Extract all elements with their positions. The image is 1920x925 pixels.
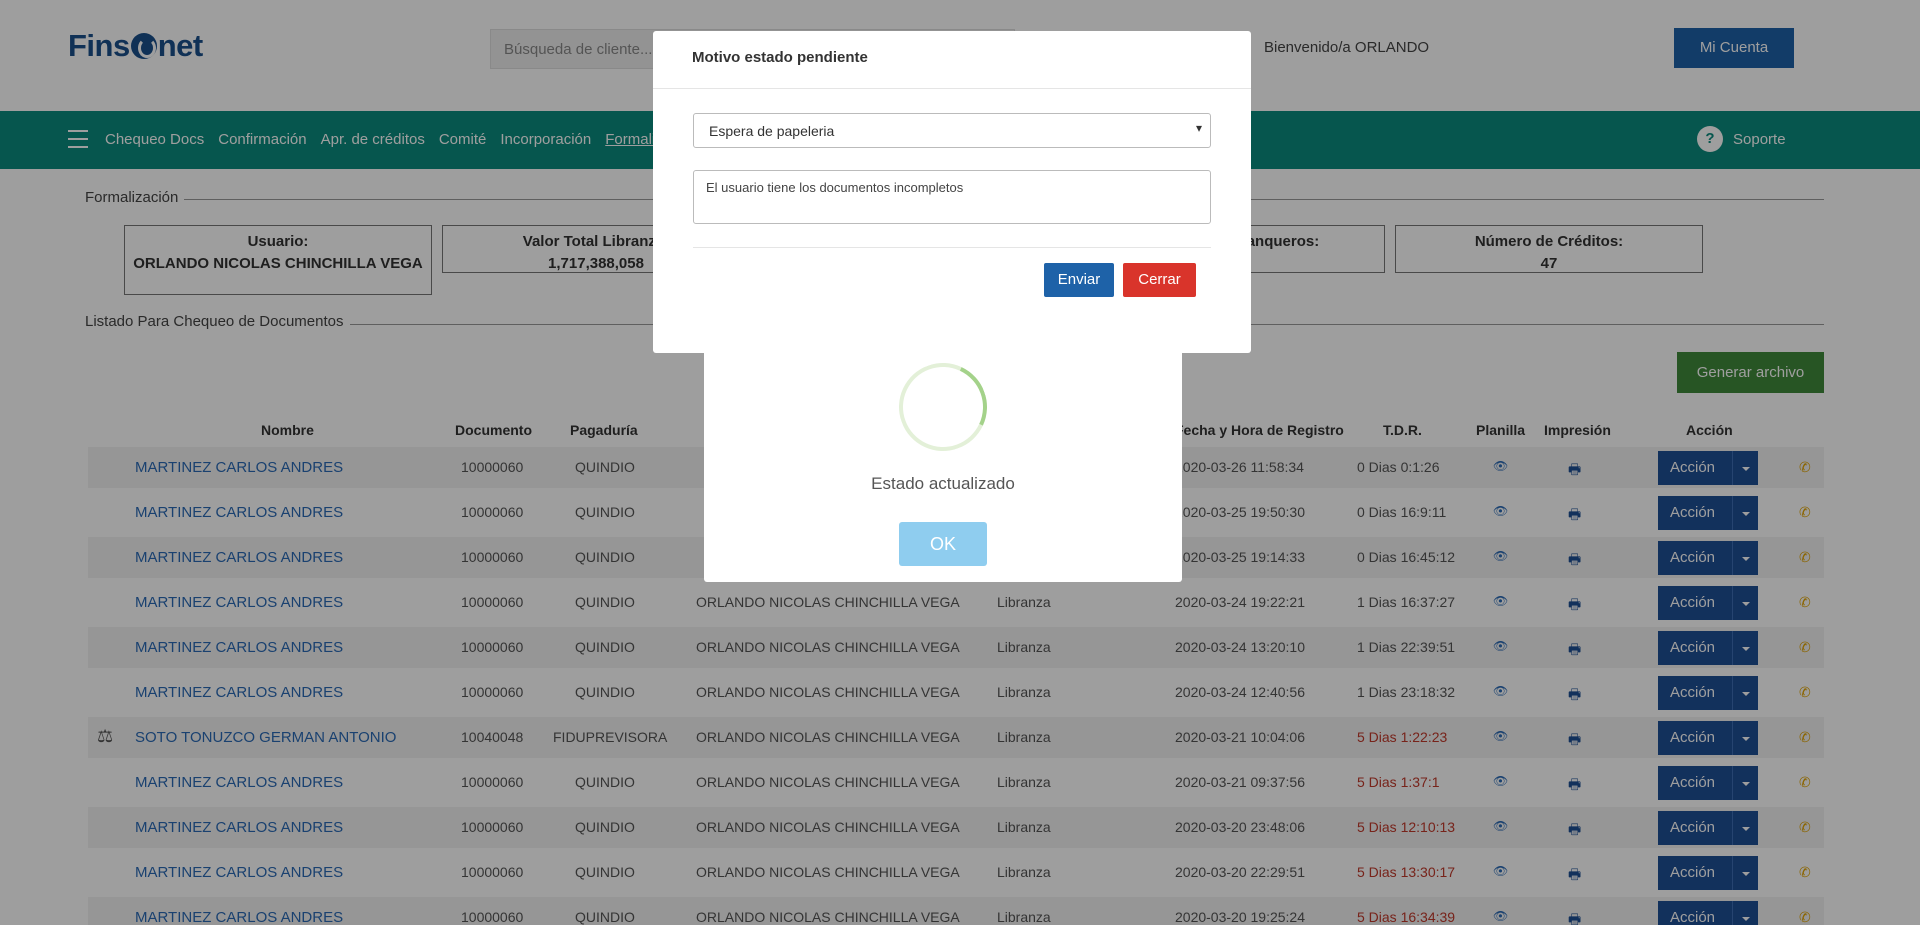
ok-button[interactable]: OK xyxy=(899,522,987,566)
close-button[interactable]: Cerrar xyxy=(1123,263,1196,297)
modal-divider xyxy=(693,247,1211,248)
alert-message: Estado actualizado xyxy=(871,474,1015,493)
reason-textarea[interactable]: El usuario tiene los documentos incomple… xyxy=(693,170,1211,224)
loading-spinner-icon xyxy=(886,350,1000,464)
modal-divider xyxy=(653,88,1251,89)
pending-reason-modal: Motivo estado pendiente Espera de papele… xyxy=(653,31,1251,353)
modal-title: Motivo estado pendiente xyxy=(692,49,868,66)
send-button[interactable]: Enviar xyxy=(1044,263,1114,297)
reason-select[interactable]: Espera de papeleria xyxy=(693,113,1211,148)
status-alert: Estado actualizado OK xyxy=(704,327,1182,582)
